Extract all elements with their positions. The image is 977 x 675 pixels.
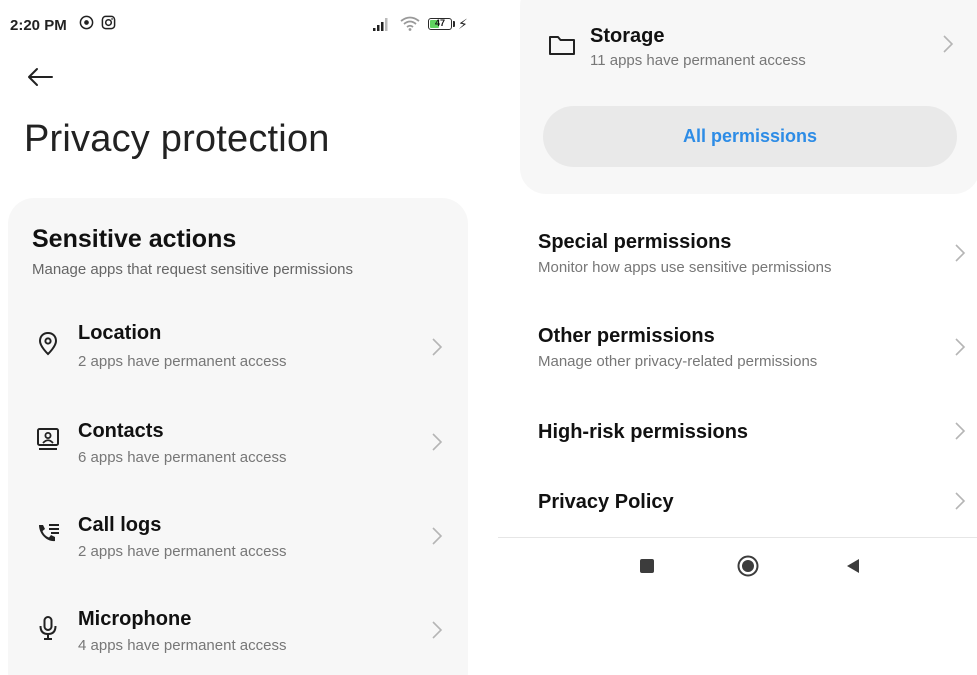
status-time: 2:20 PM <box>10 17 67 34</box>
signal-icon <box>373 18 388 31</box>
chevron-right-icon <box>943 35 954 53</box>
microphone-icon <box>39 616 57 640</box>
row-title: Contacts <box>78 420 164 442</box>
wifi-icon <box>400 16 420 31</box>
permission-row-location[interactable]: Location 2 apps have permanent access <box>8 315 468 385</box>
row-title: Location <box>78 322 162 344</box>
home-circle-icon[interactable] <box>737 555 759 577</box>
storage-subtitle: 11 apps have permanent access <box>590 52 806 69</box>
left-pane: 2:20 PM 47 ⚡ Privacy protection Sensitiv… <box>0 0 478 675</box>
chevron-right-icon <box>432 621 443 639</box>
navbar-divider <box>498 537 977 538</box>
instagram-icon <box>101 15 116 30</box>
row-subtitle: 6 apps have permanent access <box>78 449 287 466</box>
screen-record-icon <box>79 15 94 30</box>
row-subtitle: 2 apps have permanent access <box>78 543 287 560</box>
chevron-right-icon <box>432 433 443 451</box>
chevron-right-icon <box>432 527 443 545</box>
row-subtitle: 4 apps have permanent access <box>78 637 287 654</box>
call-log-icon <box>39 524 59 542</box>
permission-row-microphone[interactable]: Microphone 4 apps have permanent access <box>8 600 468 670</box>
chevron-right-icon <box>955 422 966 440</box>
menu-item-title: Other permissions <box>538 325 715 347</box>
charging-bolt-icon: ⚡ <box>458 16 468 32</box>
permission-row-contacts[interactable]: Contacts 6 apps have permanent access <box>8 411 468 481</box>
location-pin-icon <box>38 331 58 356</box>
arrow-left-icon[interactable] <box>25 62 55 92</box>
battery-level: 47 <box>434 18 445 28</box>
contacts-icon <box>37 428 59 450</box>
section-subtitle: Manage apps that request sensitive permi… <box>32 261 354 278</box>
menu-item-title: Privacy Policy <box>538 491 674 513</box>
back-triangle-icon[interactable] <box>845 557 861 575</box>
menu-item-subtitle: Monitor how apps use sensitive permissio… <box>538 259 832 276</box>
battery-icon: 47 <box>428 18 452 30</box>
menu-item-title: High-risk permissions <box>538 421 749 443</box>
permission-row-storage[interactable] <box>520 18 977 80</box>
permission-row-call-logs[interactable]: Call logs 2 apps have permanent access <box>8 505 468 575</box>
row-title: Microphone <box>78 608 192 630</box>
status-bar: 2:20 PM 47 ⚡ <box>0 0 478 40</box>
page-title: Privacy protection <box>24 118 330 160</box>
chevron-right-icon <box>432 338 443 356</box>
section-title: Sensitive actions <box>32 225 237 253</box>
all-permissions-button[interactable]: All permissions <box>543 106 957 167</box>
chevron-right-icon <box>955 492 966 510</box>
chevron-right-icon <box>955 244 966 262</box>
chevron-right-icon <box>955 338 966 356</box>
row-subtitle: 2 apps have permanent access <box>78 353 287 370</box>
menu-item-title: Special permissions <box>538 231 732 253</box>
row-title: Call logs <box>78 514 162 536</box>
recents-square-icon[interactable] <box>640 559 654 573</box>
storage-title: Storage <box>590 25 665 47</box>
battery-tip <box>453 21 455 27</box>
menu-item-subtitle: Manage other privacy-related permissions <box>538 353 818 370</box>
